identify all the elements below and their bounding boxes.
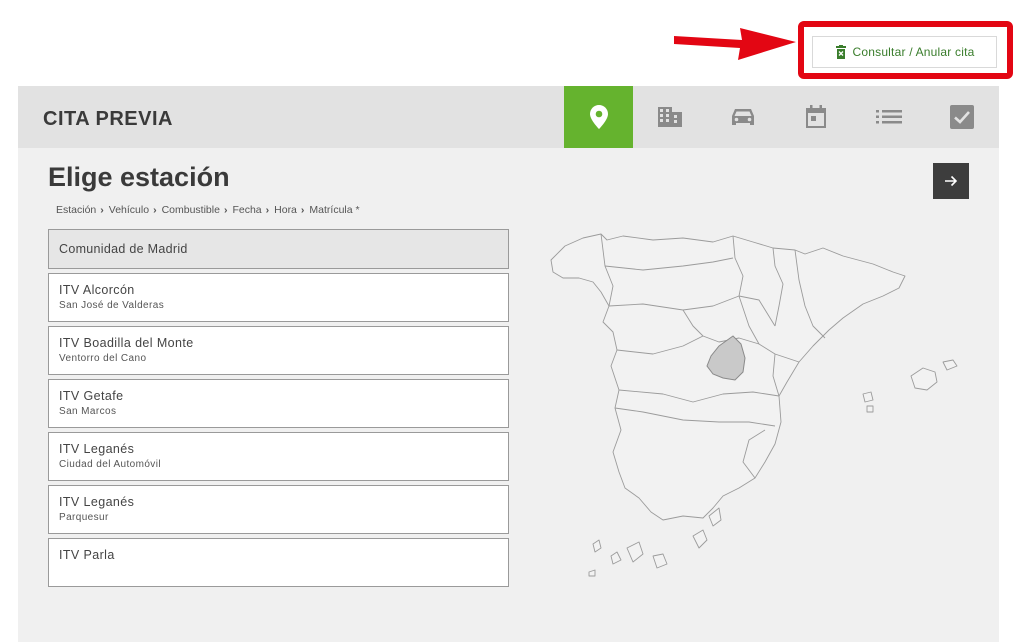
region-header: Comunidad de Madrid <box>48 229 509 269</box>
page: Consultar / Anular cita CITA PREVIA Elig… <box>0 0 1024 642</box>
breadcrumb: Estación › Vehículo › Combustible › Fecha › … <box>56 204 360 216</box>
cita-previa-panel: CITA PREVIA Elige estación Estación › Ve… <box>18 86 999 642</box>
panel-header: CITA PREVIA <box>18 86 999 148</box>
station-item[interactable]: ITV Alcorcón San José de Valderas <box>48 273 509 322</box>
station-name: ITV Alcorcón <box>59 283 135 297</box>
station-name: ITV Leganés <box>59 495 135 509</box>
station-name: ITV Boadilla del Monte <box>59 336 194 350</box>
step-estacion[interactable] <box>564 86 633 148</box>
arrow-right-icon <box>945 175 958 187</box>
station-address: Parquesur <box>59 512 109 523</box>
station-item[interactable]: ITV Leganés Ciudad del Automóvil <box>48 432 509 481</box>
station-name: ITV Parla <box>59 548 115 562</box>
next-button[interactable] <box>933 163 969 199</box>
chevron-right-icon: › <box>153 204 157 216</box>
header-title: CITA PREVIA <box>43 108 173 130</box>
page-title: Elige estación <box>48 162 230 192</box>
station-address: Ciudad del Automóvil <box>59 459 161 470</box>
chevron-right-icon: › <box>100 204 104 216</box>
station-item[interactable]: ITV Leganés Parquesur <box>48 485 509 534</box>
chevron-right-icon: › <box>265 204 270 216</box>
spain-regions-map[interactable] <box>543 226 963 586</box>
step-vehiculo[interactable] <box>633 86 706 148</box>
breadcrumb-fecha: Fecha <box>232 204 262 216</box>
checkbox-icon <box>949 105 974 129</box>
station-item[interactable]: ITV Getafe San Marcos <box>48 379 509 428</box>
chevron-right-icon: › <box>223 204 228 216</box>
breadcrumb-hora: Hora <box>274 204 297 216</box>
breadcrumb-vehiculo: Vehículo <box>108 204 150 216</box>
step-hora[interactable] <box>852 86 925 148</box>
consultar-label: Consultar / Anular cita <box>852 45 975 59</box>
step-fecha[interactable] <box>779 86 852 148</box>
step-nav <box>564 86 998 148</box>
annotation-arrow <box>674 28 796 60</box>
consultar-anular-cita-button[interactable]: Consultar / Anular cita <box>812 36 997 68</box>
breadcrumb-estacion: Estación <box>56 204 97 216</box>
calendar-icon <box>805 105 826 128</box>
station-address: Ventorro del Cano <box>59 353 147 364</box>
station-item[interactable]: ITV Parla <box>48 538 509 587</box>
location-pin-icon <box>589 105 608 129</box>
station-address: San Marcos <box>59 406 117 417</box>
station-address: San José de Valderas <box>59 300 165 311</box>
car-icon <box>731 109 754 125</box>
step-matricula[interactable] <box>925 86 998 148</box>
breadcrumb-matricula: Matrícula * <box>309 204 360 216</box>
building-icon <box>657 107 682 127</box>
step-combustible[interactable] <box>706 86 779 148</box>
station-list: Comunidad de Madrid ITV Alcorcón San Jos… <box>48 229 509 591</box>
trash-icon <box>835 45 846 59</box>
station-item[interactable]: ITV Boadilla del Monte Ventorro del Cano <box>48 326 509 375</box>
chevron-right-icon: › <box>300 204 305 216</box>
map-mallorca <box>910 367 938 391</box>
station-name: ITV Getafe <box>59 389 124 403</box>
annotation-highlight-box: Consultar / Anular cita <box>798 21 1013 79</box>
breadcrumb-combustible: Combustible <box>161 204 220 216</box>
list-icon <box>875 110 902 124</box>
station-name: ITV Leganés <box>59 442 135 456</box>
